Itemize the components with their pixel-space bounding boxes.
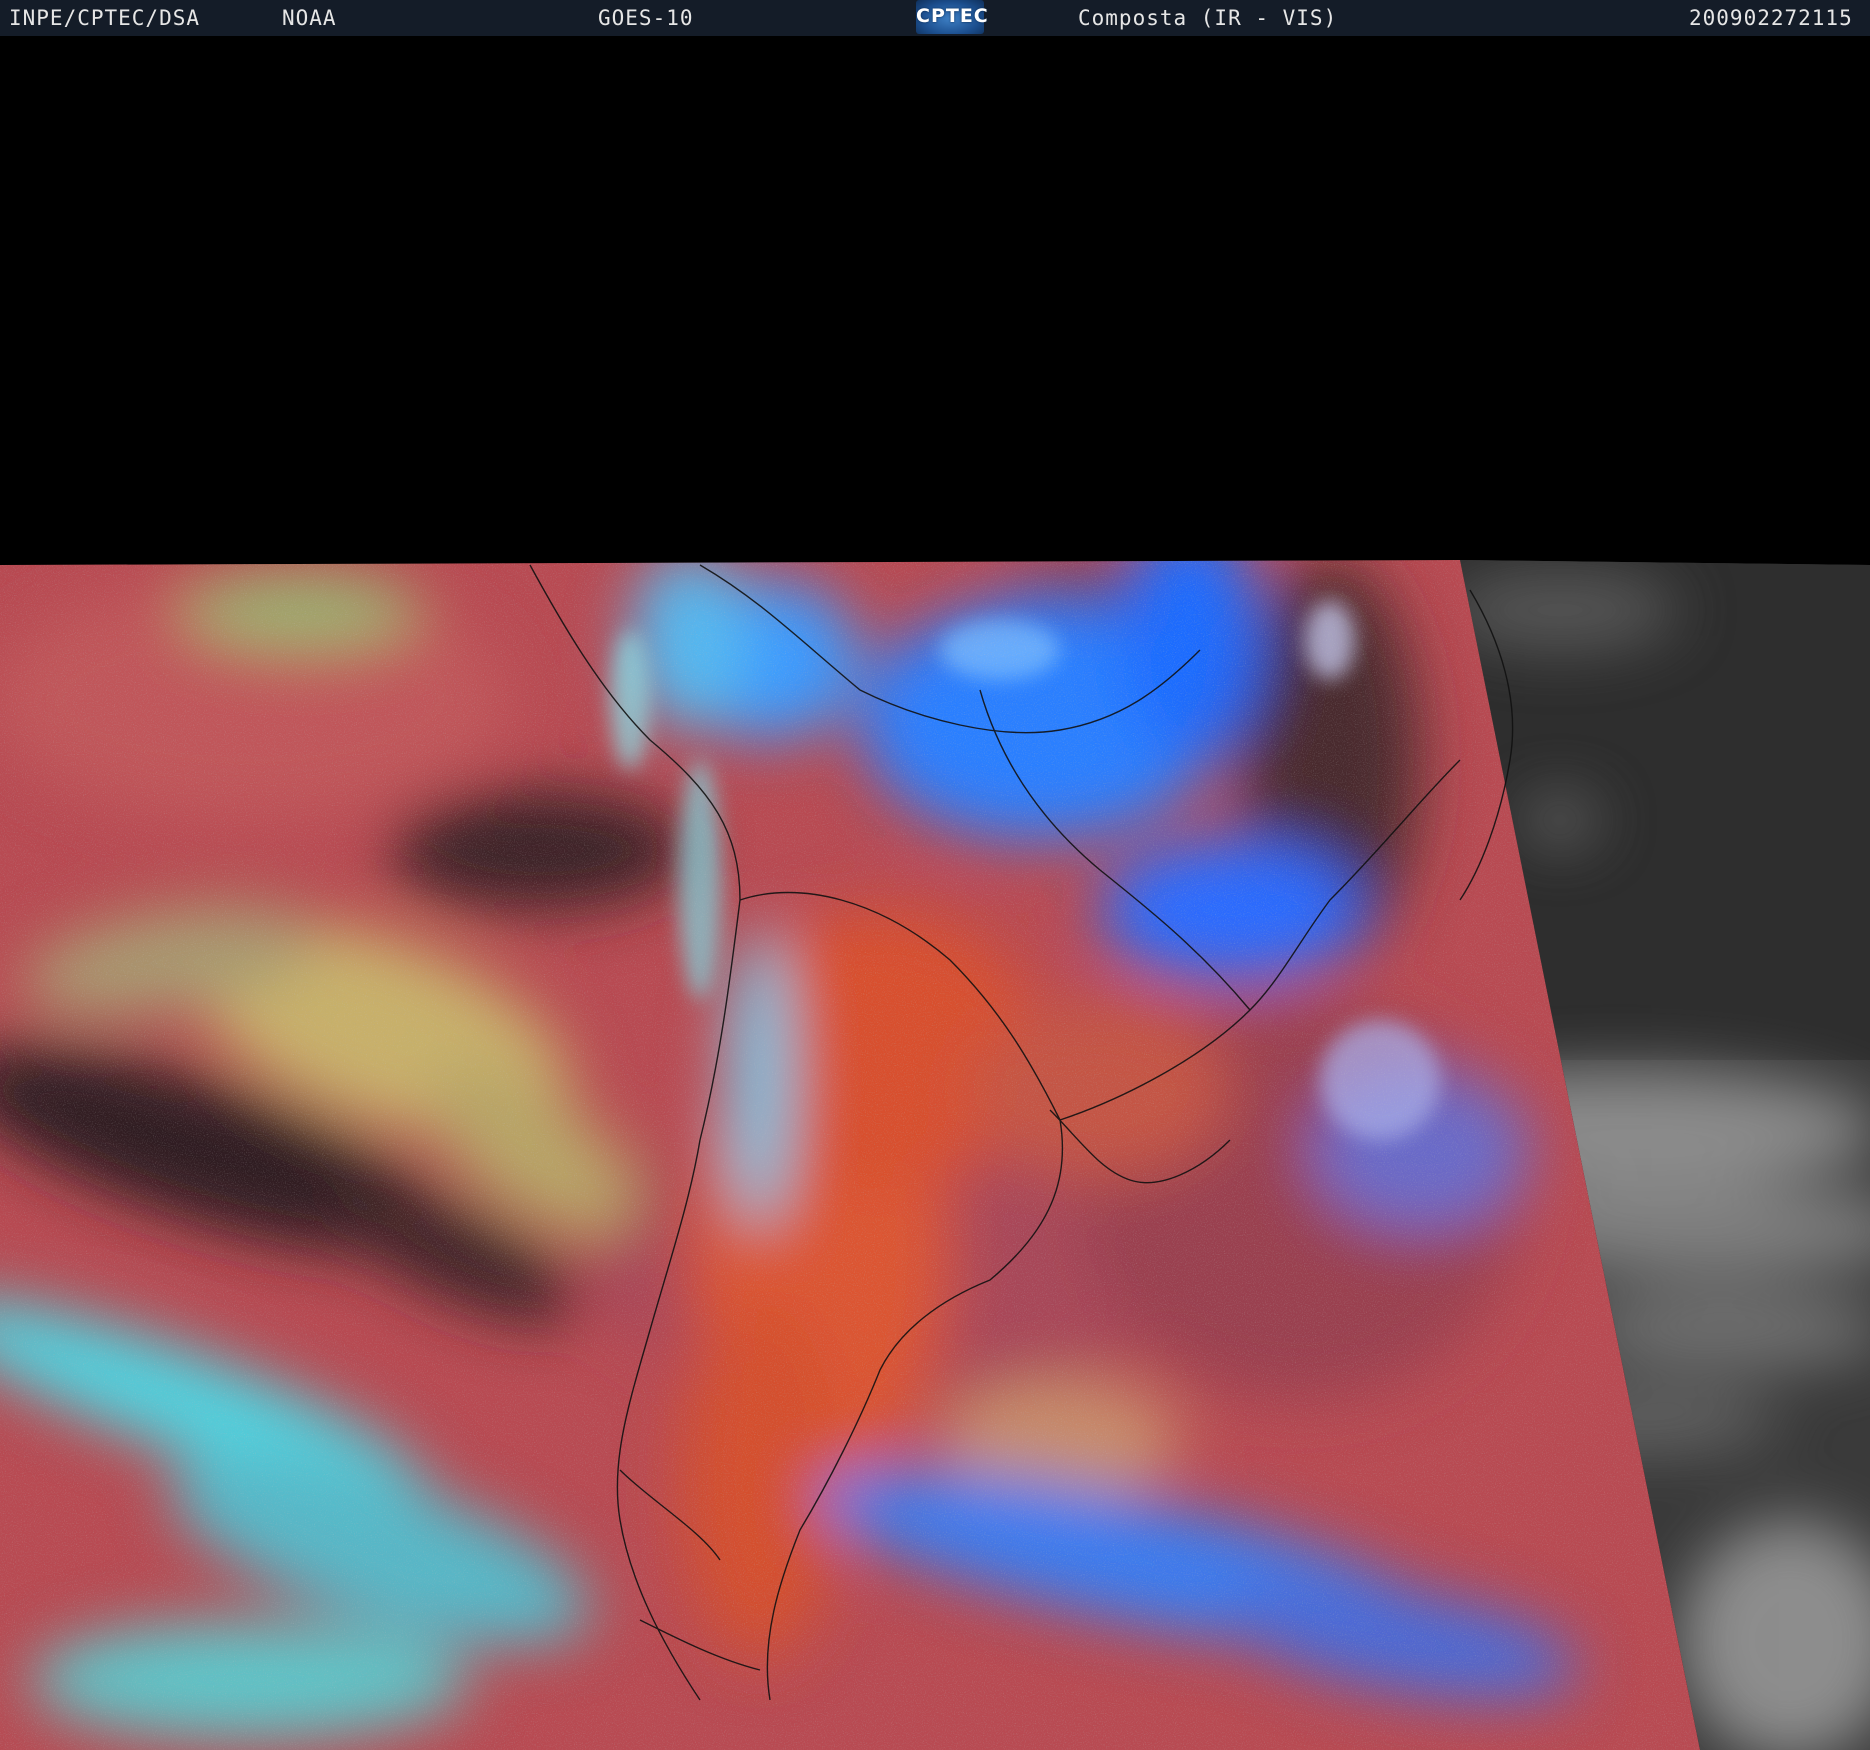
satellite-image — [0, 560, 1870, 1750]
composite-region — [0, 560, 1700, 1750]
